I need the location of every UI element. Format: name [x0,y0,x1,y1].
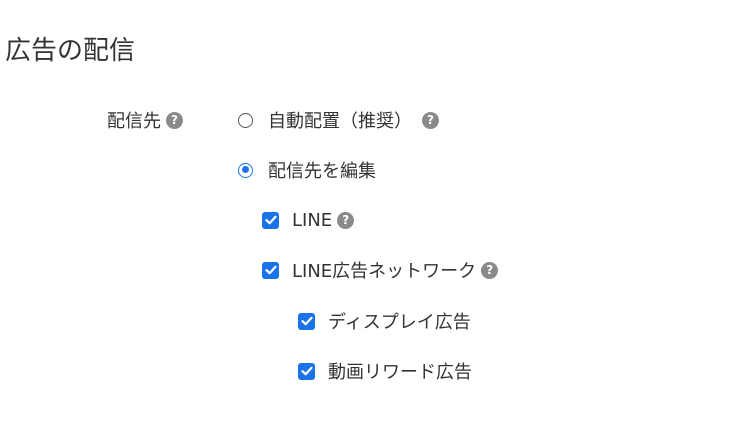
radio-auto-placement[interactable]: 自動配置（推奨） ? [238,107,439,133]
checkbox-line-ad-network[interactable]: LINE広告ネットワーク ? [262,257,499,283]
checkbox-display-ads[interactable]: ディスプレイ広告 [298,308,471,334]
checkmark-icon [300,366,313,376]
radio-auto-placement-label[interactable]: 自動配置（推奨） [268,107,412,133]
placement-field-label: 配信先 ? [107,107,183,133]
radio-edit-placement[interactable]: 配信先を編集 [238,157,376,183]
checkmark-icon [264,215,277,225]
radio-button-auto-placement[interactable] [238,112,253,128]
section-title: 広告の配信 [5,36,136,66]
checkbox-video-reward-ads-label[interactable]: 動画リワード広告 [328,358,472,384]
checkbox-line-label[interactable]: LINE [292,210,332,231]
checkbox-box-line-ad-network[interactable] [262,261,279,279]
checkbox-line-ad-network-label[interactable]: LINE広告ネットワーク [292,257,476,283]
radio-button-edit-placement[interactable] [238,162,253,178]
checkbox-video-reward-ads[interactable]: 動画リワード広告 [298,358,472,384]
placement-label-text: 配信先 [107,111,161,132]
question-circle-icon[interactable]: ? [166,111,183,129]
question-circle-icon[interactable]: ? [481,261,499,279]
checkbox-box-line[interactable] [262,211,279,229]
checkbox-line[interactable]: LINE ? [262,207,355,233]
checkmark-icon [300,316,313,326]
question-circle-icon[interactable]: ? [337,211,355,229]
checkbox-box-video-reward-ads[interactable] [298,362,315,380]
radio-edit-placement-label[interactable]: 配信先を編集 [268,157,376,183]
checkbox-box-display-ads[interactable] [298,312,315,330]
checkbox-display-ads-label[interactable]: ディスプレイ広告 [328,308,471,334]
question-circle-icon[interactable]: ? [422,111,439,129]
checkmark-icon [264,265,277,275]
